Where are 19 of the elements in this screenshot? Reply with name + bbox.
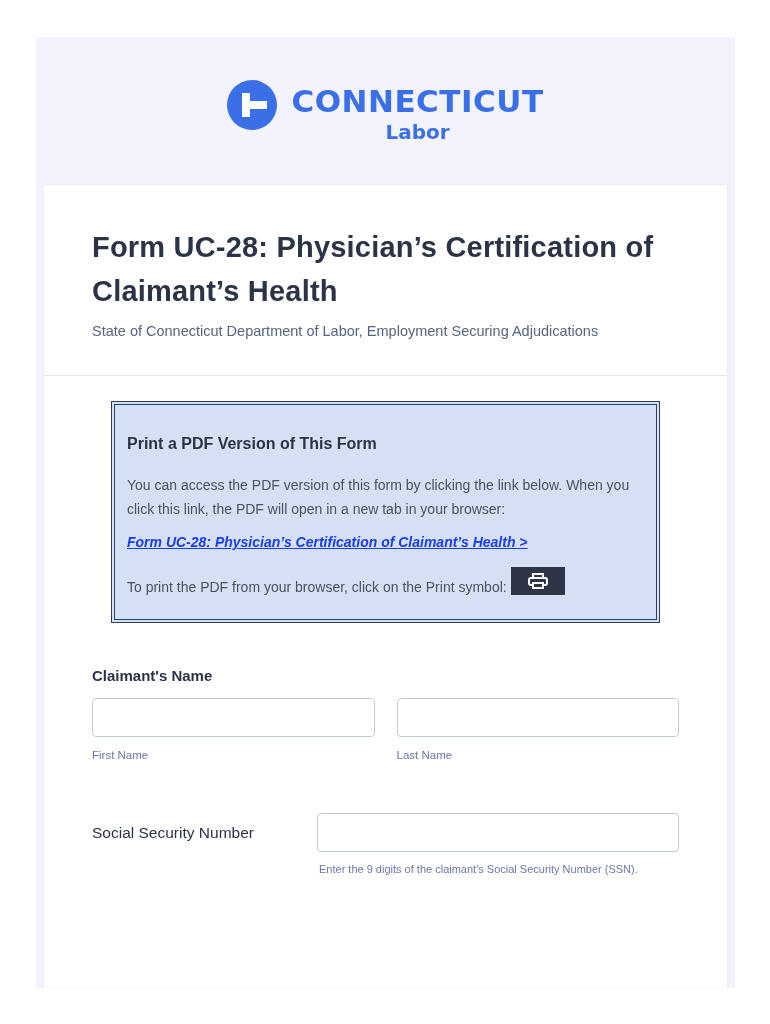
input-field[interactable]	[92, 698, 375, 737]
logo-subtitle: Labor	[385, 120, 450, 144]
print-text: To print the PDF from your browser, click on the Print symbol:	[127, 578, 507, 597]
field-label: Social Security Number	[92, 823, 255, 843]
pdf-link[interactable]: Form UC-28: Physician’s Certification of Claimant’s Health >	[127, 534, 528, 550]
input-field[interactable]	[396, 698, 679, 737]
logo-icon	[227, 80, 278, 130]
info-heading: Print a PDF Version of This Form	[127, 435, 378, 453]
print-button[interactable]	[510, 567, 565, 595]
input-field[interactable]	[317, 813, 679, 852]
field-hint: Enter the 9 digits of the claimant's Social Security Number (SSN).	[318, 863, 639, 875]
logo-name: CONNECTICUT	[291, 82, 544, 120]
form-subtitle: State of Connecticut Department of Labor, Employment Securing Adjudications	[92, 323, 600, 339]
field-sublabel: First Name	[92, 749, 150, 761]
form-title: Form UC-28: Physician’s Certification of Claimant’s Health	[92, 230, 655, 309]
printer-icon	[527, 573, 548, 589]
field-label: Claimant's Name	[92, 667, 214, 684]
info-text: You can access the PDF version of this form by clicking the link below. When you click this link, the PDF will open in a new tab in your browser:	[127, 476, 631, 519]
field-sublabel: Last Name	[396, 749, 454, 761]
